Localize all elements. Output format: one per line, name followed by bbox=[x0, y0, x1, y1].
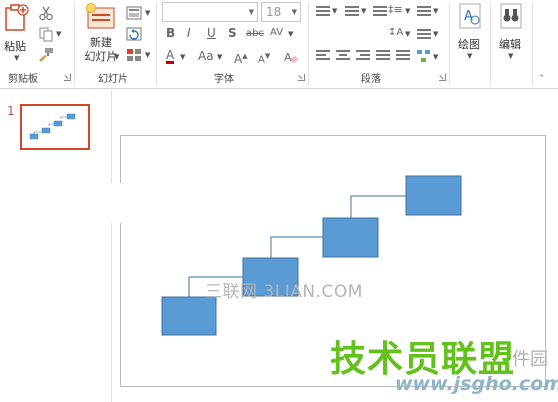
rectangle-shape[interactable] bbox=[322, 217, 379, 258]
connector-line[interactable] bbox=[270, 236, 323, 258]
url-watermark: www.jsgho.com bbox=[395, 373, 558, 395]
blank-overlay bbox=[70, 183, 152, 223]
brand-suffix-watermark: 件园 bbox=[512, 349, 548, 370]
site-watermark: 三联网 3LIAN.COM bbox=[205, 282, 363, 302]
rectangle-shape[interactable] bbox=[405, 175, 462, 216]
rectangle-shape[interactable] bbox=[161, 296, 217, 336]
connector-line[interactable] bbox=[350, 195, 406, 218]
